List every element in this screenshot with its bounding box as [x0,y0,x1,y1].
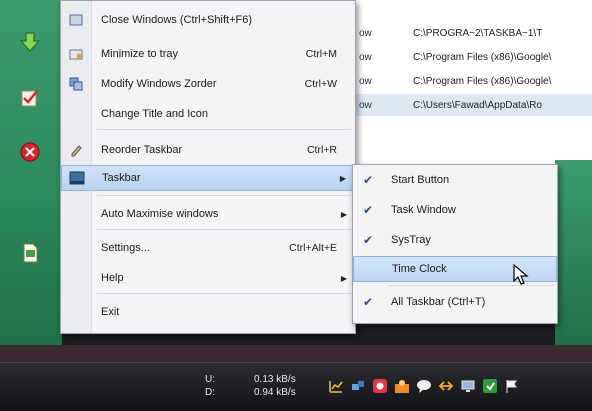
checkmark-icon: ✔ [362,233,374,247]
menu-separator [97,229,351,230]
menu-item-change-title-icon[interactable]: Change Title and Icon [61,101,355,127]
menu-item-reorder-taskbar[interactable]: Reorder Taskbar Ctrl+R [61,137,355,163]
menu-item-label: Settings... [101,242,150,254]
menu-item-label: Taskbar [102,172,141,184]
row-state: ow [359,27,372,39]
menu-item-minimize-to-tray[interactable]: Minimize to tray Ctrl+M [61,41,355,67]
menu-item-label: Help [101,272,124,284]
menu-item-label: Change Title and Icon [101,108,209,120]
table-row[interactable]: ow C:\PROGRA~2\TASKBA~1\T [355,22,592,44]
submenu-item-label: All Taskbar (Ctrl+T) [391,296,486,308]
menu-item-shortcut: Ctrl+Alt+E [289,242,337,254]
table-row[interactable]: ow C:\Program Files (x86)\Google\ [355,70,592,92]
menu-item-settings[interactable]: Settings... Ctrl+Alt+E [61,235,355,261]
table-row[interactable]: ow C:\Program Files (x86)\Google\ [355,46,592,68]
context-menu: Close Windows (Ctrl+Shift+F6) Minimize t… [60,0,356,334]
menu-item-taskbar[interactable]: Taskbar ▶ [61,165,355,191]
zorder-icon [61,77,91,91]
close-circle-icon[interactable] [18,140,42,164]
tray-chart-icon[interactable] [328,378,344,394]
desktop-background-right [555,160,592,345]
system-tray [328,378,520,394]
menu-separator [97,129,351,130]
menu-item-close-windows[interactable]: Close Windows (Ctrl+Shift+F6) [61,7,355,33]
tray-monitor-icon[interactable] [460,378,476,394]
menu-item-label: Close Windows (Ctrl+Shift+F6) [101,14,252,26]
menu-item-shortcut: Ctrl+R [306,144,337,156]
close-windows-icon [61,13,91,27]
menu-item-exit[interactable]: Exit [61,299,355,325]
checkmark-icon: ✔ [362,203,374,217]
submenu-item-label: Time Clock [392,263,447,275]
submenu-item-systray[interactable]: ✔ SysTray [353,227,557,253]
menu-item-shortcut: Ctrl+M [305,48,337,60]
submenu-arrow-icon: ▶ [340,273,347,283]
menu-item-label: Modify Windows Zorder [101,78,217,90]
row-state: ow [359,51,372,63]
menu-item-label: Exit [101,306,120,318]
net-speed-labels: U: D: [205,373,215,399]
submenu-item-label: SysTray [391,234,431,246]
row-state: ow [359,75,372,87]
menu-item-shortcut: Ctrl+W [304,78,337,90]
submenu-item-start-button[interactable]: ✔ Start Button [353,167,557,193]
checkmark-icon: ✔ [362,295,374,309]
menu-item-label: Minimize to tray [101,48,179,60]
menu-item-label: Reorder Taskbar [101,144,183,156]
row-path: C:\Program Files (x86)\Google\ [413,51,552,63]
submenu-item-label: Task Window [391,204,456,216]
tray-red-app-icon[interactable] [372,378,388,394]
submenu-item-task-window[interactable]: ✔ Task Window [353,197,557,223]
upload-speed: 0.13 kB/s [254,374,296,385]
tray-user-icon[interactable] [394,378,410,394]
tray-chat-icon[interactable] [416,378,432,394]
tray-arrows-icon[interactable] [438,378,454,394]
row-path: C:\Users\Fawad\AppData\Ro [413,99,542,111]
taskbar-submenu: ✔ Start Button ✔ Task Window ✔ SysTray T… [352,164,558,324]
upload-label: U: [205,374,215,385]
submenu-arrow-icon: ▶ [340,209,347,219]
menu-item-label: Auto Maximise windows [101,208,219,220]
menu-separator [97,293,351,294]
mouse-pointer-icon [512,263,530,292]
tray-network-icon[interactable] [350,378,366,394]
menu-item-help[interactable]: Help ▶ [61,265,355,291]
tray-green-app-icon[interactable] [482,378,498,394]
document-icon[interactable] [18,241,42,265]
submenu-item-all-taskbar[interactable]: ✔ All Taskbar (Ctrl+T) [353,289,557,315]
checkmark-icon: ✔ [362,173,374,187]
row-state: ow [359,99,372,111]
taskbar-icon [62,171,92,185]
row-path: C:\Program Files (x86)\Google\ [413,75,552,87]
checklist-icon[interactable] [18,86,42,110]
reorder-icon [61,143,91,157]
download-speed: 0.94 kB/s [254,387,296,398]
minimize-tray-icon [61,47,91,61]
row-path: C:\PROGRA~2\TASKBA~1\T [413,27,543,39]
table-row[interactable]: ow C:\Users\Fawad\AppData\Ro [355,94,592,116]
menu-item-auto-maximise[interactable]: Auto Maximise windows ▶ [61,201,355,227]
menu-separator [97,195,351,196]
submenu-item-label: Start Button [391,174,450,186]
menu-item-modify-zorder[interactable]: Modify Windows Zorder Ctrl+W [61,71,355,97]
net-speed-values: 0.13 kB/s 0.94 kB/s [254,373,296,399]
download-arrow-icon[interactable] [18,30,42,54]
tray-flag-icon[interactable] [504,378,520,394]
submenu-arrow-icon: ▶ [339,173,346,183]
download-label: D: [205,387,215,398]
